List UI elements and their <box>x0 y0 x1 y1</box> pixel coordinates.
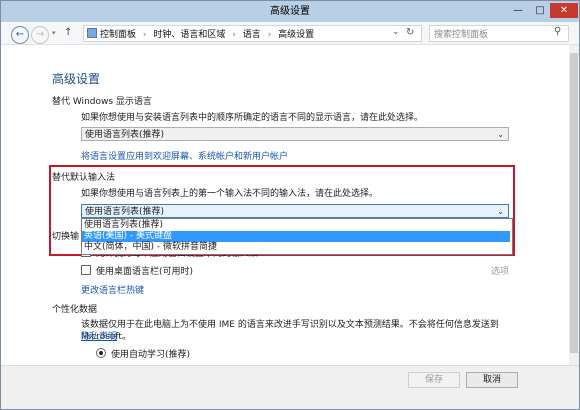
breadcrumb-separator: › <box>267 30 272 40</box>
input-method-heading: 替代默认输入法 <box>52 173 116 183</box>
search-icon[interactable]: ⚲ <box>554 26 561 37</box>
input-method-description: 如果你想使用与语言列表上的第一个输入法不同的输入法，请在此处选择。 <box>81 189 379 199</box>
display-language-heading: 替代 Windows 显示语言 <box>52 97 152 107</box>
advanced-settings-window: 高级设置 — □ ✕ ← → ▾ ↑ 控制面板 › 时钟、语言和区域 › 语言 … <box>0 0 580 410</box>
dropdown-option[interactable]: 中文(简体，中国) - 微软拼音简捷 <box>82 242 510 253</box>
auto-learning-radio[interactable] <box>96 348 106 358</box>
dropdown-option[interactable]: 使用语言列表(推荐) <box>82 220 510 231</box>
auto-learning-label: 使用自动学习(推荐) <box>111 350 191 360</box>
search-input[interactable]: 搜索控制面板 ⚲ <box>429 25 569 42</box>
apply-to-welcome-screen-link[interactable]: 将语言设置应用到欢迎屏幕、系统帐户和新用户帐户 <box>81 149 288 162</box>
personalization-heading: 个性化数据 <box>52 305 98 315</box>
scrollbar-thumb[interactable] <box>570 53 578 353</box>
input-method-select-value: 使用语言列表(推荐) <box>85 207 165 217</box>
back-button[interactable]: ← <box>11 26 29 44</box>
refresh-icon[interactable]: ↻ <box>406 27 414 38</box>
close-button[interactable]: ✕ <box>550 3 578 18</box>
search-placeholder: 搜索控制面板 <box>434 30 489 40</box>
forward-button[interactable]: → <box>31 26 49 44</box>
breadcrumb-clock-language-region[interactable]: 时钟、语言和区域 <box>153 30 225 40</box>
change-hotkey-link[interactable]: 更改语言栏热键 <box>81 283 144 296</box>
switch-input-heading: 切换输 <box>52 232 80 242</box>
display-language-select-value: 使用语言列表(推荐) <box>85 130 165 140</box>
options-link[interactable]: 选项 <box>491 264 509 277</box>
minimize-button[interactable]: — <box>507 3 529 18</box>
breadcrumb: 控制面板 › 时钟、语言和区域 › 语言 › 高级设置 <box>100 27 314 40</box>
control-panel-icon <box>87 28 97 38</box>
chevron-down-icon: ⌄ <box>497 130 504 139</box>
personalization-description: 该数据仅用于在此电脑上为不使用 IME 的语言来改进手写识别以及文本预测结果。不… <box>81 319 551 343</box>
chevron-down-icon: ⌄ <box>497 207 504 216</box>
address-bar[interactable]: 控制面板 › 时钟、语言和区域 › 语言 › 高级设置 ⌄ ↻ <box>83 25 422 42</box>
input-method-dropdown-list: 使用语言列表(推荐) 英语(美国) - 美式键盘 中文(简体，中国) - 微软拼… <box>81 218 513 255</box>
desktop-language-bar-label: 使用桌面语言栏(可用时) <box>96 267 194 277</box>
address-dropdown-icon[interactable]: ⌄ <box>392 27 400 37</box>
dropdown-option-selected[interactable]: 英语(美国) - 美式键盘 <box>82 231 510 242</box>
input-method-select[interactable]: 使用语言列表(推荐) ⌄ <box>81 204 509 218</box>
display-language-select[interactable]: 使用语言列表(推荐) ⌄ <box>81 127 509 141</box>
recent-pages-chevron-icon[interactable]: ▾ <box>52 29 56 37</box>
breadcrumb-separator: › <box>142 30 147 40</box>
up-button[interactable]: ↑ <box>64 27 72 38</box>
breadcrumb-control-panel[interactable]: 控制面板 <box>100 30 136 40</box>
breadcrumb-separator: › <box>232 30 236 40</box>
page-title: 高级设置 <box>52 72 101 86</box>
desktop-language-bar-checkbox[interactable] <box>81 265 91 275</box>
save-button[interactable]: 保存 <box>408 372 460 388</box>
personalization-description-text: 该数据仅用于在此电脑上为不使用 IME 的语言来改进手写识别以及文本预测结果。不… <box>81 320 499 342</box>
breadcrumb-advanced-settings[interactable]: 高级设置 <box>278 30 314 40</box>
maximize-button[interactable]: □ <box>530 3 550 18</box>
display-language-description: 如果你想使用与安装语言列表中的顺序所确定的语言不同的显示语言，请在此处选择。 <box>81 113 424 123</box>
cancel-button[interactable]: 取消 <box>466 372 518 388</box>
window-title: 高级设置 <box>270 6 310 17</box>
privacy-link[interactable]: 隐私声明 <box>81 329 117 342</box>
breadcrumb-language[interactable]: 语言 <box>243 30 261 40</box>
